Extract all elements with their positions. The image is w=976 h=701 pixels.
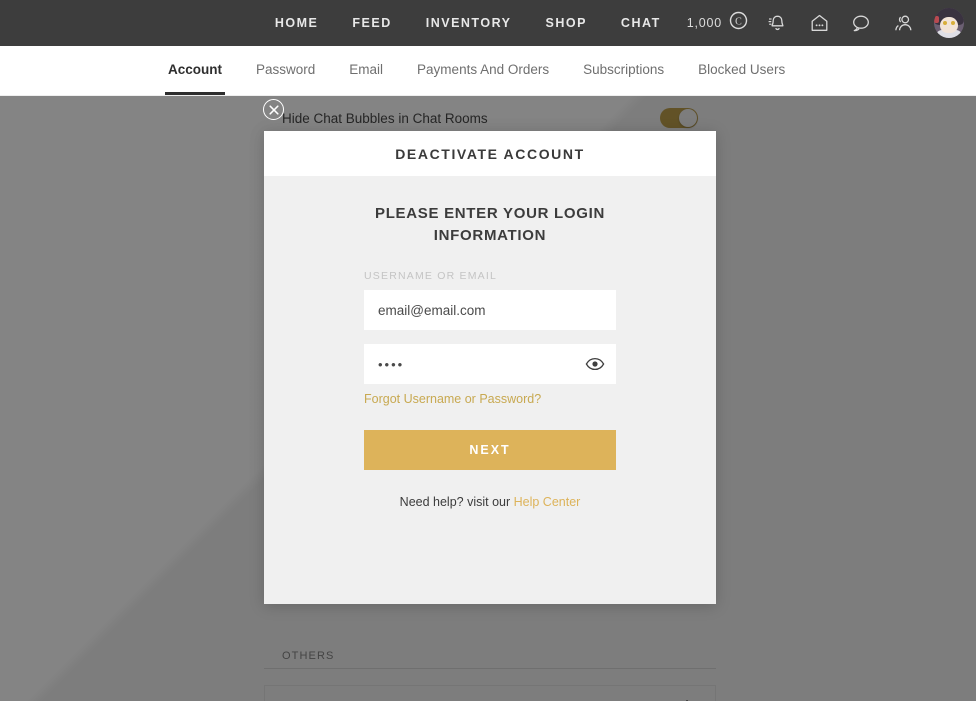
modal-body: PLEASE ENTER YOUR LOGIN INFORMATION USER… [264,176,716,604]
speech-bubble-messages-icon[interactable] [848,10,874,36]
username-input-wrap [364,290,616,330]
tab-account[interactable]: Account [165,62,225,95]
nav-link-feed[interactable]: FEED [352,16,391,30]
forgot-username-or-password-link[interactable]: Forgot Username or Password? [364,392,616,406]
nav-link-home[interactable]: HOME [275,16,319,30]
help-center-link[interactable]: Help Center [514,495,581,509]
tab-email[interactable]: Email [349,62,383,79]
avatar[interactable] [934,8,964,38]
help-text-prefix: Need help? visit our [399,495,514,509]
close-x-circle-icon[interactable] [263,99,284,120]
password-input[interactable] [364,344,616,384]
nav-link-shop[interactable]: SHOP [545,16,586,30]
tab-subscriptions[interactable]: Subscriptions [583,62,664,79]
deactivate-account-modal: DEACTIVATE ACCOUNT PLEASE ENTER YOUR LOG… [264,131,716,604]
modal-heading: PLEASE ENTER YOUR LOGIN INFORMATION [374,205,606,244]
help-text: Need help? visit our Help Center [364,495,616,509]
username-field-label: USERNAME OR EMAIL [364,270,498,282]
tab-blocked-users[interactable]: Blocked Users [698,62,785,79]
house-chat-icon[interactable] [806,10,832,36]
currency-balance[interactable]: 1,000 C [687,11,748,35]
avatar-eye-right [951,21,955,25]
password-input-wrap [364,344,616,384]
app-root: HOME FEED INVENTORY SHOP CHAT 1,000 C Ac… [0,0,976,701]
tab-payments-and-orders[interactable]: Payments And Orders [417,62,549,79]
friends-people-icon[interactable] [890,10,916,36]
bell-notification-icon[interactable] [764,10,790,36]
avatar-accent [934,16,939,23]
settings-tab-bar: Account Password Email Payments And Orde… [0,46,976,96]
nav-links: HOME FEED INVENTORY SHOP CHAT [275,16,661,30]
svg-text:C: C [735,17,742,28]
eye-icon[interactable] [584,355,606,373]
circled-c-coin-icon: C [729,11,748,35]
avatar-eye-left [943,21,947,25]
modal-header: DEACTIVATE ACCOUNT [264,131,716,176]
username-input[interactable] [364,290,616,330]
avatar-face [940,17,958,33]
next-button[interactable]: NEXT [364,430,616,470]
currency-amount: 1,000 [686,16,722,30]
modal-title: DEACTIVATE ACCOUNT [395,145,585,162]
top-navigation-bar: HOME FEED INVENTORY SHOP CHAT 1,000 C [0,0,976,46]
nav-link-chat[interactable]: CHAT [621,16,661,30]
tab-password[interactable]: Password [256,62,315,79]
nav-icon-group: 1,000 C [687,8,964,38]
nav-link-inventory[interactable]: INVENTORY [426,16,512,30]
